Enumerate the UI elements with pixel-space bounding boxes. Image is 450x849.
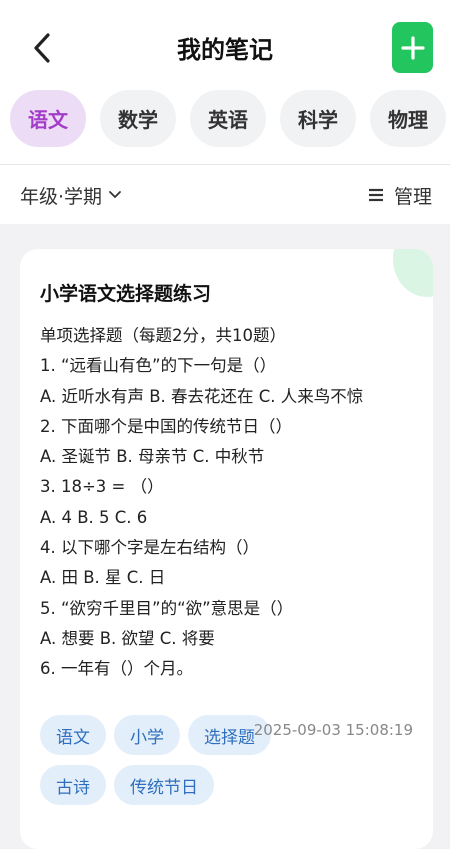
note-line: 3. 18÷3 = （） xyxy=(40,477,164,497)
header: 我的笔记 xyxy=(0,0,450,96)
note-line: A. 圣诞节 B. 母亲节 C. 中秋节 xyxy=(40,447,265,467)
note-card[interactable]: 小学语文选择题练习 单项选择题（每题2分，共10题） 1. “远看山有色”的下一… xyxy=(20,249,433,849)
note-line: A. 田 B. 星 C. 日 xyxy=(40,568,166,588)
tag-chinese[interactable]: 语文 xyxy=(40,715,106,755)
corner-decoration xyxy=(393,249,433,297)
filter-label: 年级·学期 xyxy=(20,185,103,208)
top-panel: 我的笔记 语文 数学 英语 科学 物理 年级·学期 管理 xyxy=(0,0,450,224)
note-line: 4. 以下哪个字是左右结构（） xyxy=(40,538,259,558)
tab-english[interactable]: 英语 xyxy=(190,90,266,147)
note-line: 6. 一年有（）个月。 xyxy=(40,659,193,679)
divider xyxy=(0,164,450,165)
tag-ancient-poetry[interactable]: 古诗 xyxy=(40,765,106,805)
note-title: 小学语文选择题练习 xyxy=(40,283,212,305)
subject-tabs: 语文 数学 英语 科学 物理 xyxy=(10,90,446,147)
page-title: 我的笔记 xyxy=(177,36,273,64)
manage-button[interactable]: 管理 xyxy=(368,182,432,209)
add-note-button[interactable] xyxy=(392,22,433,73)
note-line: A. 4 B. 5 C. 6 xyxy=(40,507,148,527)
note-line: 5. “欲穷千里目”的“欲”意思是（） xyxy=(40,598,294,618)
tag-primary-school[interactable]: 小学 xyxy=(114,715,180,755)
tab-chinese[interactable]: 语文 xyxy=(10,90,86,147)
note-line: A. 想要 B. 欲望 C. 将要 xyxy=(40,628,215,648)
note-content: 单项选择题（每题2分，共10题） 1. “远看山有色”的下一句是（） A. 近听… xyxy=(40,321,363,685)
note-line: 2. 下面哪个是中国的传统节日（） xyxy=(40,416,292,436)
note-line: 1. “远看山有色”的下一句是（） xyxy=(40,356,277,376)
plus-icon xyxy=(400,35,425,60)
note-timestamp: 2025-09-03 15:08:19 xyxy=(253,721,413,739)
tab-science[interactable]: 科学 xyxy=(280,90,356,147)
chevron-down-icon xyxy=(109,191,121,198)
menu-icon xyxy=(368,188,383,202)
tab-physics[interactable]: 物理 xyxy=(370,90,446,147)
note-line: 单项选择题（每题2分，共10题） xyxy=(40,326,286,345)
filter-row: 年级·学期 管理 xyxy=(0,166,450,224)
tab-math[interactable]: 数学 xyxy=(100,90,176,147)
grade-semester-filter[interactable]: 年级·学期 xyxy=(20,182,122,209)
note-line: A. 近听水有声 B. 春去花还在 C. 人来鸟不惊 xyxy=(40,386,364,406)
tag-list: 语文 小学 选择题 古诗 传统节日 xyxy=(40,715,280,805)
tag-traditional-festival[interactable]: 传统节日 xyxy=(114,765,214,805)
manage-label: 管理 xyxy=(393,185,432,208)
